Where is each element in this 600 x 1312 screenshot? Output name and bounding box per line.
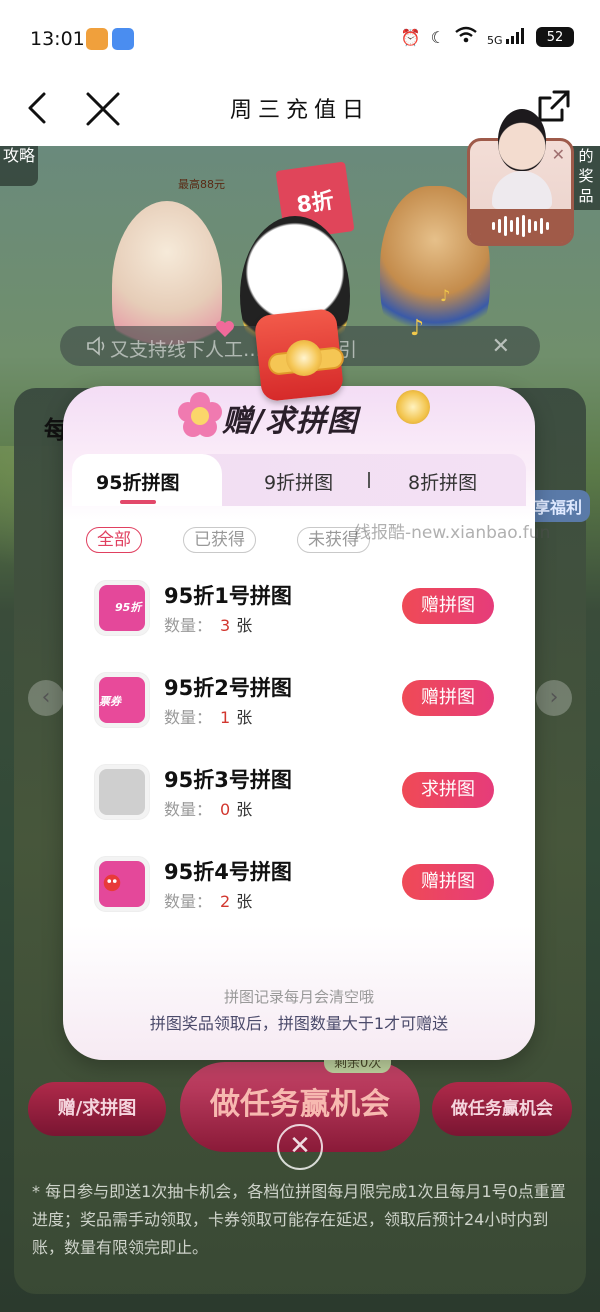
quantity-value: 2 — [220, 892, 231, 911]
tab-80-discount[interactable]: 8折拼图 — [408, 468, 477, 495]
tab-90-discount[interactable]: 9折拼图 — [264, 468, 333, 495]
prize-tab[interactable]: 的奖品 — [572, 146, 600, 210]
quantity-label: 数量： — [164, 708, 213, 727]
puzzle-row: 票券 95折2号拼图 数量： 1 张 赠拼图 — [94, 672, 504, 730]
battery-level: 52 — [546, 29, 564, 45]
puzzle-piece-image — [99, 769, 145, 815]
give-puzzle-button[interactable]: 赠拼图 — [402, 864, 494, 900]
puzzle-thumbnail — [94, 764, 150, 820]
puzzle-row: 95折4号拼图 数量： 2 张 赠拼图 — [94, 856, 504, 914]
filter-obtained[interactable]: 已获得 — [183, 527, 256, 553]
coin-icon — [396, 390, 430, 424]
watermark-text: 线报酷-new.xianbao.fun — [354, 523, 551, 543]
status-time: 13:01 — [30, 28, 85, 50]
heart-icon — [216, 321, 234, 337]
app-notification-icon — [86, 28, 108, 50]
active-tab-indicator — [120, 500, 156, 504]
prize-label: 的奖品 — [578, 147, 594, 205]
quantity-value: 0 — [220, 800, 231, 819]
quantity-unit: 张 — [236, 708, 253, 727]
give-puzzle-button[interactable]: 赠拼图 — [402, 588, 494, 624]
network-type: 5G — [486, 33, 503, 47]
thumbnail-text: 95折 — [115, 601, 142, 614]
puzzle-quantity: 数量： 1 张 — [164, 704, 252, 728]
announcement-close-icon[interactable]: ✕ — [492, 334, 510, 359]
wifi-icon — [455, 26, 477, 48]
modal-title: 赠/求拼图 — [222, 404, 358, 439]
alarm-icon: ⏰ — [400, 27, 421, 47]
strategy-label: 攻略 — [2, 146, 35, 165]
speaker-icon — [87, 336, 105, 356]
quantity-value: 3 — [220, 616, 231, 635]
next-arrow-icon[interactable]: › — [536, 680, 572, 716]
signal-icon: 5G — [486, 27, 526, 47]
voice-wave-icon — [470, 209, 571, 243]
quantity-value: 1 — [220, 708, 231, 727]
strategy-tab[interactable]: 攻略 — [0, 146, 38, 186]
gift-box-icon — [253, 307, 352, 406]
puzzle-name: 95折3号拼图 — [164, 768, 292, 792]
status-bar: 13:01 ⏰ ☾ 5G 52 — [0, 0, 600, 78]
puzzle-name: 95折1号拼图 — [164, 584, 292, 608]
message-notification-icon — [112, 28, 134, 50]
tab-divider — [368, 472, 370, 488]
prev-arrow-icon[interactable]: ‹ — [28, 680, 64, 716]
puzzle-quantity: 数量： 2 张 — [164, 888, 252, 912]
assistant-body — [492, 171, 552, 209]
give-request-puzzle-button[interactable]: 赠/求拼图 — [28, 1082, 166, 1136]
do-not-disturb-icon: ☾ — [430, 27, 445, 47]
do-task-button[interactable]: 做任务赢机会 — [432, 1082, 572, 1136]
assistant-close-icon[interactable]: ✕ — [552, 145, 565, 164]
gift-knot — [286, 340, 322, 376]
quantity-label: 数量： — [164, 892, 213, 911]
music-note-icon-small: ♪ — [440, 286, 451, 305]
puzzle-name: 95折2号拼图 — [164, 676, 292, 700]
rules-text: * 每日参与即送1次抽卡机会，各档位拼图每月限完成1次且每月1号0点重置进度；奖… — [32, 1182, 566, 1257]
quantity-unit: 张 — [236, 616, 253, 635]
request-puzzle-button[interactable]: 求拼图 — [402, 772, 494, 808]
puzzle-name: 95折4号拼图 — [164, 860, 292, 884]
mascot-icon — [103, 874, 121, 892]
puzzle-row: 95折3号拼图 数量： 0 张 求拼图 — [94, 764, 504, 822]
assistant-head — [498, 109, 546, 171]
quantity-label: 数量： — [164, 616, 213, 635]
gift-rule-note: 拼图奖品领取后，拼图数量大于1才可赠送 — [149, 1014, 449, 1033]
modal-close-button[interactable]: ✕ — [277, 1124, 323, 1170]
puzzle-quantity: 数量： 0 张 — [164, 796, 252, 820]
tab-95-discount[interactable]: 95折拼图 — [96, 468, 179, 495]
flower-icon — [178, 392, 222, 437]
puzzle-thumbnail: 票券 — [94, 672, 150, 728]
puzzle-thumbnail — [94, 856, 150, 912]
quantity-label: 数量： — [164, 800, 213, 819]
quantity-unit: 张 — [236, 892, 253, 911]
battery-icon: 52 — [536, 27, 574, 47]
puzzle-thumbnail: 95折 — [94, 580, 150, 636]
give-puzzle-button[interactable]: 赠拼图 — [402, 680, 494, 716]
filter-all[interactable]: 全部 — [86, 527, 142, 553]
puzzle-quantity: 数量： 3 张 — [164, 612, 252, 636]
reset-note: 拼图记录每月会清空哦 — [223, 988, 374, 1006]
voice-assistant-avatar[interactable]: ✕ — [467, 109, 574, 246]
puzzle-row: 95折 95折1号拼图 数量： 3 张 赠拼图 — [94, 580, 504, 638]
thumbnail-text: 票券 — [99, 695, 121, 708]
status-indicators: ⏰ ☾ 5G 52 — [401, 26, 574, 48]
quantity-unit: 张 — [236, 800, 253, 819]
music-note-icon: ♪ — [410, 316, 425, 341]
